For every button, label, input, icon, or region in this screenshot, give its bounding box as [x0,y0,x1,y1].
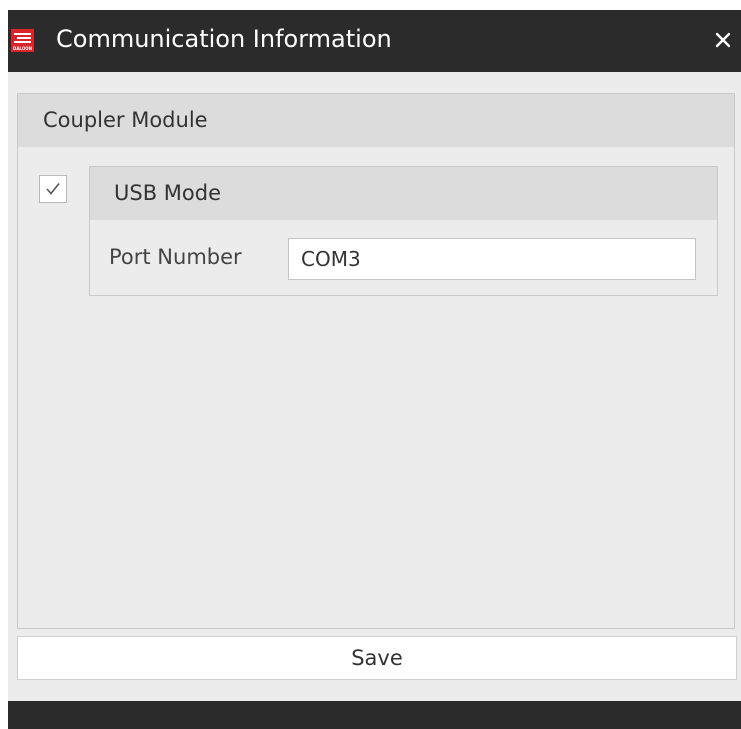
save-button[interactable]: Save [17,636,737,680]
daloon-logo-icon: DALOON [11,29,34,52]
port-number-label: Port Number [109,245,242,269]
coupler-module-title: Coupler Module [43,108,208,132]
port-number-input[interactable] [288,238,696,280]
close-button[interactable] [705,22,741,58]
communication-info-window: DALOON Communication Information Coupler… [8,10,741,729]
usb-mode-group: USB Mode Port Number [89,166,718,296]
usb-mode-title: USB Mode [114,181,221,205]
window-title: Communication Information [56,25,392,53]
title-bar: DALOON Communication Information [8,10,741,72]
coupler-module-group: Coupler Module USB Mode Port Number [17,93,735,629]
logo-text: DALOON [13,46,32,51]
usb-mode-checkbox[interactable] [39,175,67,203]
status-bar [8,701,741,729]
coupler-module-header: Coupler Module [18,94,734,147]
usb-mode-header: USB Mode [90,167,717,220]
checkmark-icon [46,183,60,195]
close-icon [715,32,731,48]
